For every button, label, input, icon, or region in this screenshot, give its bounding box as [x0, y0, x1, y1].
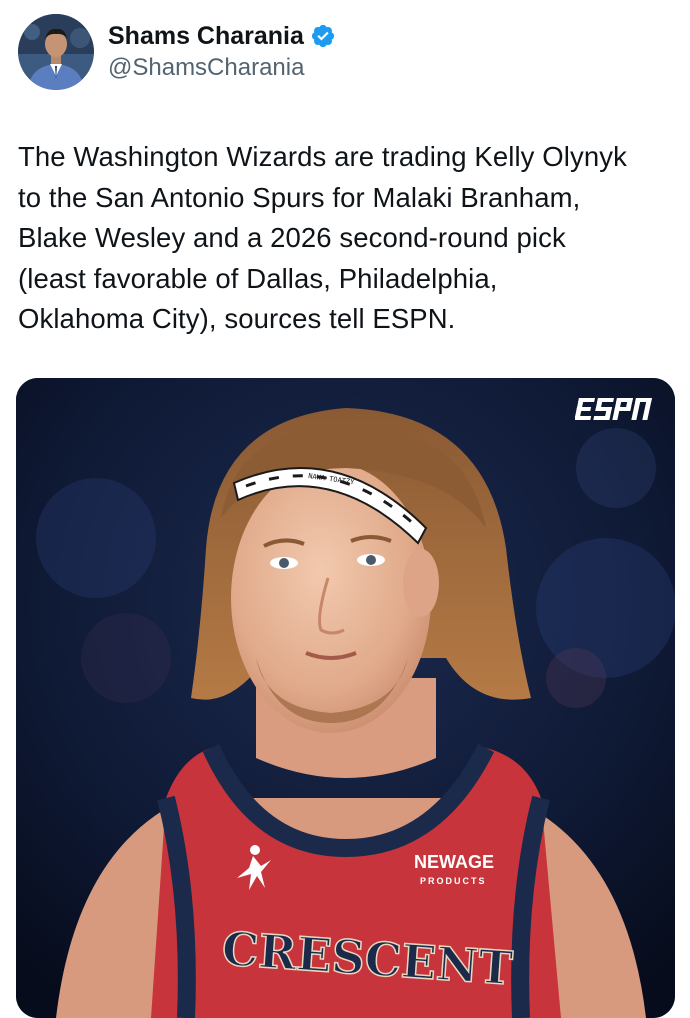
sponsor-subtext: PRODUCTS [420, 876, 487, 886]
author-info: Shams Charania @ShamsCharania [108, 21, 336, 83]
sponsor-text: NEWAGE [414, 852, 494, 872]
profile-photo-icon [18, 14, 94, 90]
verified-badge-icon [310, 23, 336, 49]
tweet-text-line: Oklahoma City), sources tell ESPN. [18, 303, 456, 334]
tweet-header: Shams Charania @ShamsCharania [18, 14, 336, 90]
avatar[interactable] [18, 14, 94, 90]
tweet-media-image[interactable]: NAWA TOATZY NEWAGE PRODUCTS CRESCENT [16, 378, 675, 1018]
author-display-name[interactable]: Shams Charania [108, 21, 304, 51]
player-photo: NAWA TOATZY NEWAGE PRODUCTS CRESCENT [16, 378, 675, 1018]
tweet-card[interactable]: Shams Charania @ShamsCharania The Washin… [0, 0, 690, 1018]
espn-logo [575, 398, 655, 420]
tweet-text: The Washington Wizards are trading Kelly… [18, 137, 678, 340]
author-handle[interactable]: @ShamsCharania [108, 53, 336, 83]
tweet-text-line: Blake Wesley and a 2026 second-round pic… [18, 222, 566, 253]
name-row: Shams Charania [108, 21, 336, 51]
tweet-text-line: (least favorable of Dallas, Philadelphia… [18, 262, 498, 294]
tweet-text-line: to the San Antonio Spurs for Malaki Bran… [18, 181, 581, 213]
tweet-text-line: The Washington Wizards are trading Kelly… [18, 141, 627, 172]
